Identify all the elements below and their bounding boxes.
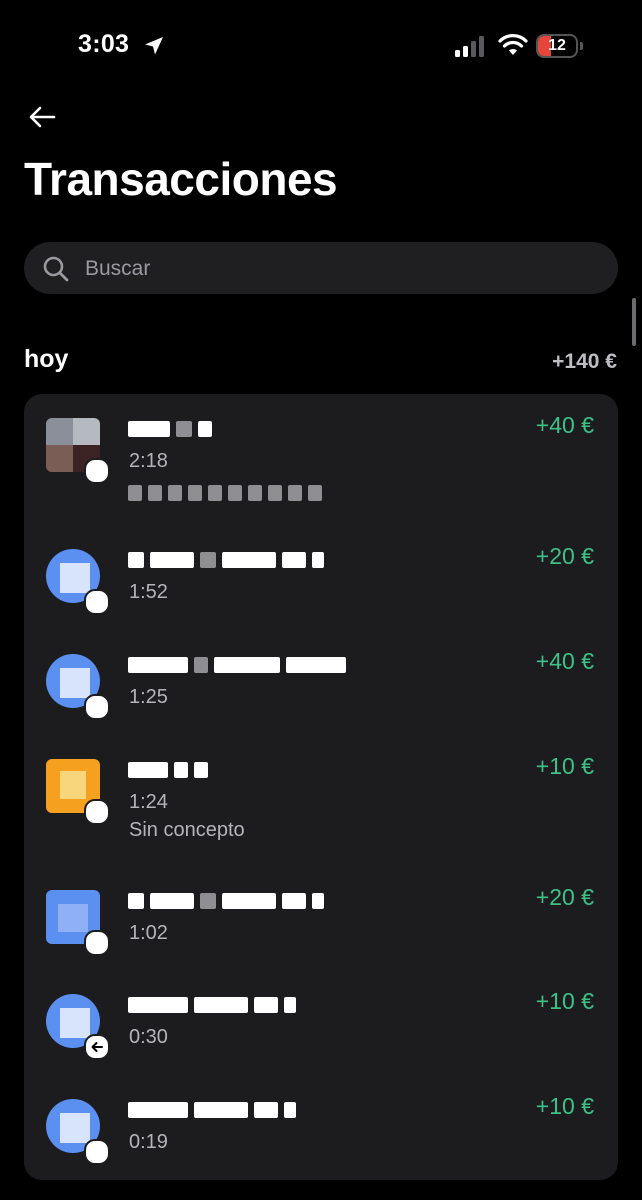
transaction-name (128, 549, 324, 571)
battery-cap (580, 42, 583, 50)
transactions-list: 2:18 +40 € 1:52 +20 € 1:25 +40 € 1:24 Si… (24, 394, 618, 1180)
transaction-time: 0:19 (129, 1131, 168, 1153)
transaction-row[interactable]: 1:02 +20 € (24, 884, 618, 970)
transaction-name (128, 654, 346, 676)
transaction-time: 1:25 (129, 686, 168, 708)
transfer-badge-icon (84, 458, 110, 484)
transfer-badge-icon (84, 1139, 110, 1165)
transaction-concept (128, 482, 322, 504)
transfer-badge-icon (84, 1034, 110, 1060)
transaction-row[interactable]: 0:19 +10 € (24, 1093, 618, 1179)
transaction-amount: +10 € (535, 988, 594, 1014)
transaction-amount: +40 € (535, 648, 594, 674)
transfer-badge-icon (84, 694, 110, 720)
transaction-name (128, 1099, 296, 1121)
transaction-name (128, 890, 324, 912)
transaction-name (128, 418, 212, 440)
transaction-name (128, 759, 208, 781)
transaction-concept: Sin concepto (129, 819, 245, 841)
page-title: Transacciones (24, 153, 338, 205)
status-bar: 3:03 12 (0, 0, 642, 96)
transaction-amount: +40 € (535, 412, 594, 438)
transaction-time: 2:18 (129, 450, 168, 472)
transaction-time: 1:02 (129, 922, 168, 944)
transfer-badge-icon (84, 930, 110, 956)
cellular-signal-icon (455, 36, 484, 57)
section-total: +140 € (552, 350, 617, 373)
transaction-amount: +20 € (535, 884, 594, 910)
wifi-icon (498, 34, 528, 55)
transaction-time: 0:30 (129, 1026, 168, 1048)
location-arrow-icon (145, 37, 163, 55)
transaction-row[interactable]: 1:25 +40 € (24, 648, 618, 734)
battery-icon: 12 (536, 34, 578, 58)
transaction-amount: +10 € (535, 1093, 594, 1119)
transaction-row[interactable]: 1:24 Sin concepto +10 € (24, 753, 618, 869)
search-bar[interactable]: Buscar (24, 242, 618, 294)
transaction-name (128, 994, 296, 1016)
status-time: 3:03 (78, 30, 130, 58)
arrow-left-icon (91, 1042, 103, 1052)
transaction-time: 1:52 (129, 581, 168, 603)
back-arrow-icon[interactable] (26, 100, 60, 134)
transaction-row[interactable]: 2:18 +40 € (24, 412, 618, 528)
transaction-amount: +20 € (535, 543, 594, 569)
transaction-row[interactable]: 0:30 +10 € (24, 988, 618, 1074)
scrollbar[interactable] (632, 298, 636, 346)
battery-percentage: 12 (548, 37, 566, 54)
search-input[interactable]: Buscar (85, 257, 150, 281)
transaction-time: 1:24 (129, 791, 168, 813)
transfer-badge-icon (84, 799, 110, 825)
transfer-badge-icon (84, 589, 110, 615)
transaction-row[interactable]: 1:52 +20 € (24, 543, 618, 629)
transaction-amount: +10 € (535, 753, 594, 779)
search-icon (43, 256, 69, 282)
section-title-today: hoy (24, 345, 69, 373)
